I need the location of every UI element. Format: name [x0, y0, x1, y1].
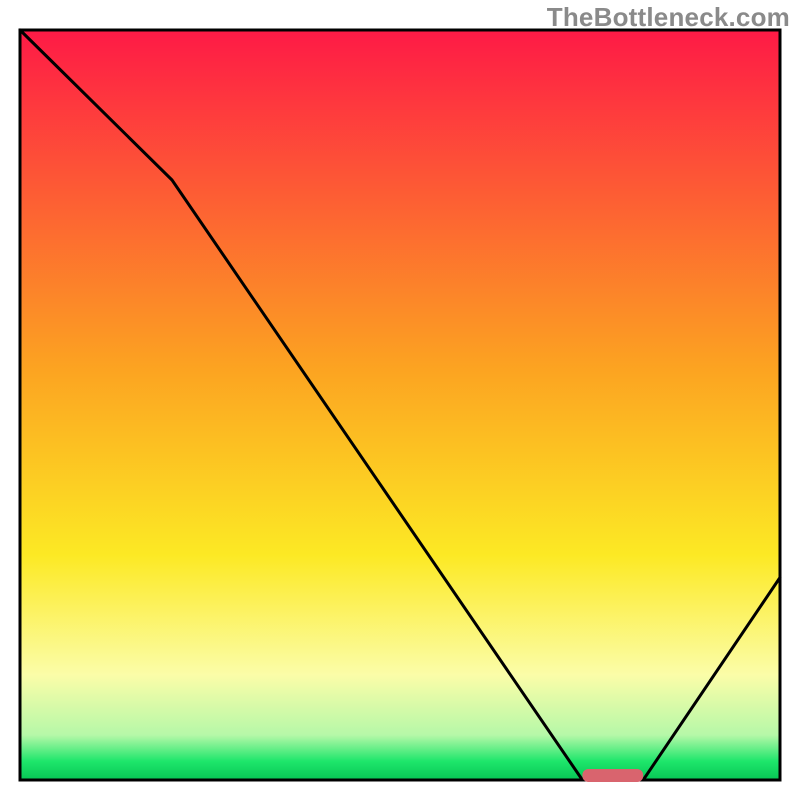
bottleneck-chart	[0, 0, 800, 800]
watermark-label: TheBottleneck.com	[547, 2, 790, 33]
chart-frame: TheBottleneck.com	[0, 0, 800, 800]
optimal-range-marker	[582, 769, 643, 782]
